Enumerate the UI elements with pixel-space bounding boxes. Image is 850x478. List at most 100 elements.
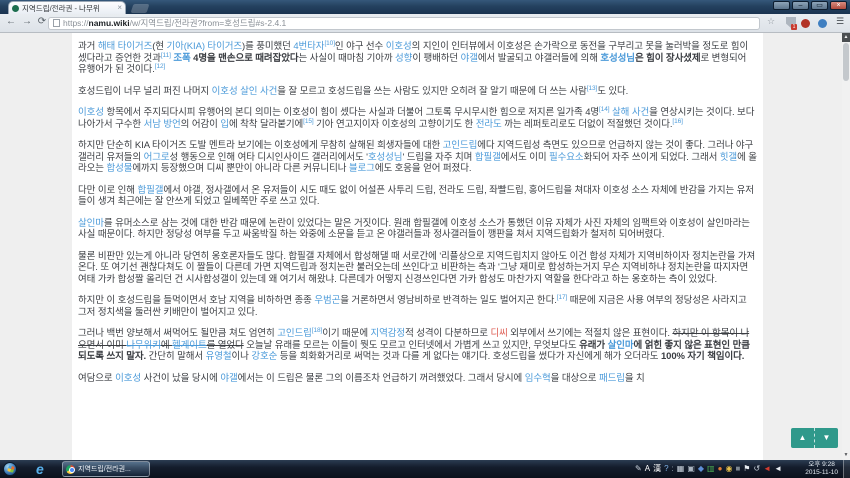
- footnote-ref[interactable]: [17]: [557, 294, 567, 301]
- wiki-link[interactable]: 살인마: [78, 218, 104, 229]
- footnote-ref[interactable]: [15]: [303, 117, 313, 124]
- tray-app-orange-icon[interactable]: ●: [718, 460, 723, 478]
- tray-sync-icon[interactable]: ↺: [753, 460, 760, 478]
- reload-icon[interactable]: ⟳: [35, 16, 49, 27]
- blue-extension-icon[interactable]: [818, 19, 827, 28]
- wiki-link[interactable]: 조폭: [173, 53, 190, 64]
- text-segment: 등을 희화화거리로 써먹는 것과 다를 게 없다는 얘기다. 호성드립을 썼다가…: [277, 351, 661, 362]
- wiki-link[interactable]: 호성성님: [368, 152, 403, 163]
- wiki-link[interactable]: 야갤: [461, 53, 478, 64]
- footnote-ref[interactable]: [16]: [672, 117, 682, 124]
- menu-icon[interactable]: ☰: [833, 16, 847, 27]
- close-button[interactable]: ×: [830, 1, 847, 10]
- ime-korean-mode[interactable]: A: [645, 460, 650, 478]
- wiki-link[interactable]: 야갤: [220, 373, 237, 384]
- tray-windows-icon[interactable]: ▦: [677, 460, 685, 478]
- ime-help-icon[interactable]: ?: [664, 460, 668, 478]
- new-tab-button[interactable]: [131, 4, 150, 13]
- wiki-link[interactable]: 블로그: [349, 163, 375, 174]
- tray-capture-icon[interactable]: ■: [735, 460, 740, 478]
- scrollbar-thumb[interactable]: [843, 43, 849, 81]
- language-bar-handle-icon[interactable]: :: [672, 460, 674, 478]
- wiki-link[interactable]: 합필갤: [475, 152, 501, 163]
- chrome-task-button[interactable]: 지역드립/전라권...: [62, 461, 150, 477]
- ime-hanja[interactable]: 漢: [653, 460, 661, 478]
- wiki-link[interactable]: 입: [220, 119, 229, 130]
- paragraph: 그러나 백번 양보해서 써먹어도 될만큼 쳐도 엄연히 고인드립[18]이기 때…: [78, 328, 757, 363]
- wiki-link[interactable]: 이호성: [115, 373, 141, 384]
- tray-chrome-icon[interactable]: ◉: [725, 460, 732, 478]
- wiki-link[interactable]: 고인드립: [277, 328, 312, 339]
- paragraph: 살인마를 유머소스로 삼는 것에 대한 반감 때문에 논란이 있었다는 말은 거…: [78, 218, 757, 241]
- action-center-flag-icon[interactable]: ⚑: [743, 460, 750, 478]
- wiki-link[interactable]: 서남 방언: [144, 119, 181, 130]
- footnote-ref[interactable]: [12]: [155, 63, 165, 70]
- forward-icon[interactable]: →: [20, 16, 34, 27]
- browser-tab-active[interactable]: 지역드립/전라권 - 나무위 ×: [8, 1, 126, 14]
- start-button[interactable]: [3, 462, 17, 476]
- wiki-link[interactable]: 합필갤: [137, 185, 163, 196]
- text-segment: 이나: [232, 351, 252, 362]
- scrollbar-down-icon[interactable]: ▼: [842, 451, 850, 460]
- wiki-link[interactable]: 힛갤: [720, 152, 737, 163]
- scrollbar-up-icon[interactable]: ▲: [842, 33, 850, 42]
- wiki-link[interactable]: 우범곤: [314, 295, 340, 306]
- wiki-link[interactable]: 4번타자: [293, 41, 324, 52]
- text-segment: 물론 비판만 있는게 아니라 당연히 옹호론자들도 많다. 합필갤 자체에서 합…: [78, 251, 755, 285]
- text-segment: 에서 야갤, 정사갤에서 온 유저들이 시도 때도 없이 어설픈 사투리 드립,…: [78, 185, 754, 208]
- text-segment: 에: [161, 340, 172, 351]
- footnote-ref[interactable]: [13]: [587, 84, 597, 91]
- address-bar[interactable]: https://namu.wiki/w/지역드립/전라권?from=호성드립#s…: [48, 17, 760, 30]
- wiki-link[interactable]: 합성물: [106, 163, 132, 174]
- text-segment: (현: [152, 41, 166, 52]
- wiki-link[interactable]: 어그로: [144, 152, 170, 163]
- tray-diamond-icon[interactable]: ◆: [698, 460, 704, 478]
- wiki-link[interactable]: 성향: [395, 53, 412, 64]
- wiki-link[interactable]: 유영철: [206, 351, 232, 362]
- wiki-link[interactable]: 살인마: [608, 340, 634, 351]
- wiki-link[interactable]: 호성성님: [600, 53, 635, 64]
- wiki-link[interactable]: 헬게이트: [172, 340, 207, 351]
- scroll-to-bottom-button[interactable]: ▼: [815, 428, 838, 448]
- tab-close-icon[interactable]: ×: [117, 4, 122, 12]
- text-segment: 이기 때문에: [322, 328, 370, 339]
- paragraph: 호성드립이 너무 널리 퍼진 나머지 이호성 살인 사건을 잘 모르고 호성드립…: [78, 86, 757, 98]
- wiki-link[interactable]: 이호성 살인 사건: [212, 86, 278, 97]
- wiki-link[interactable]: 고인드립: [443, 140, 478, 151]
- tray-device-icon[interactable]: ▣: [687, 460, 695, 478]
- footnote-ref[interactable]: [11]: [161, 51, 171, 58]
- wiki-link[interactable]: 살해 사건: [612, 107, 649, 118]
- wiki-link[interactable]: 나무위키: [126, 340, 161, 351]
- taskbar-clock[interactable]: 오후 9:28 2015-11-10: [805, 461, 838, 477]
- internet-explorer-icon[interactable]: e: [36, 460, 44, 478]
- wiki-link[interactable]: 강호순: [251, 351, 277, 362]
- wiki-link[interactable]: 패드립: [599, 373, 625, 384]
- scroll-to-top-button[interactable]: ▲: [791, 428, 815, 448]
- bookmark-star-icon[interactable]: ☆: [764, 16, 778, 27]
- footnote-ref[interactable]: [14]: [599, 106, 609, 113]
- footnote-ref[interactable]: [18]: [312, 327, 322, 334]
- volume-icon[interactable]: ◄: [774, 460, 782, 478]
- wiki-link[interactable]: 기아(KIA) 타이거즈: [166, 41, 242, 52]
- ime-pen-icon[interactable]: ✎: [635, 460, 642, 478]
- window-extra-button[interactable]: [773, 1, 790, 10]
- chrome-icon: [66, 465, 75, 474]
- volume-muted-icon[interactable]: ◄: [763, 460, 771, 478]
- text-segment: 적 성격이 다분하므로: [405, 328, 490, 339]
- wiki-link[interactable]: 전라도: [476, 119, 502, 130]
- back-icon[interactable]: ←: [4, 16, 18, 27]
- wiki-link[interactable]: 해태 타이거즈: [98, 41, 152, 52]
- wiki-link[interactable]: 지역감정: [371, 328, 406, 339]
- scrollbar[interactable]: ▲ ▼: [842, 33, 850, 460]
- red-extension-icon[interactable]: [801, 19, 810, 28]
- maximize-button[interactable]: ▭: [811, 1, 828, 10]
- wiki-link[interactable]: 이호성: [386, 41, 412, 52]
- tray-display-icon[interactable]: ▥: [707, 460, 715, 478]
- wiki-link[interactable]: 이호성: [78, 107, 104, 118]
- show-desktop-button[interactable]: [843, 460, 850, 478]
- wiki-link[interactable]: 디씨: [490, 328, 507, 339]
- minimize-button[interactable]: –: [792, 1, 809, 10]
- footnote-ref[interactable]: [10]: [324, 40, 334, 47]
- wiki-link[interactable]: 필수요소: [549, 152, 584, 163]
- wiki-link[interactable]: 임수혁: [525, 373, 551, 384]
